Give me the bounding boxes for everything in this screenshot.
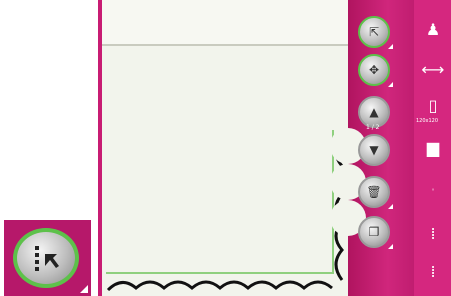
submenu-corner-icon — [388, 204, 393, 209]
spool-icon[interactable]: ▆ — [420, 138, 446, 158]
copy-icon: ❐ — [368, 225, 380, 239]
dim-icon: · — [430, 180, 436, 199]
zoomed-button-panel — [4, 220, 91, 296]
scroll-down-button[interactable]: ▼ — [358, 134, 390, 166]
delete-button[interactable]: 🗑 — [358, 176, 390, 208]
page-indicator: 1 / 2 — [366, 124, 380, 131]
submenu-corner-icon — [388, 44, 393, 49]
sewing-mode-icon[interactable]: ♟ — [420, 20, 446, 40]
select-tool-button-zoomed[interactable] — [13, 228, 79, 288]
width-icon[interactable]: ⟷ — [420, 60, 446, 80]
submenu-corner-icon — [388, 244, 393, 249]
select-arrow-icon — [35, 246, 59, 271]
submenu-corner-icon — [80, 285, 88, 293]
arrow-down-icon: ▼ — [369, 143, 379, 157]
stitch-icon[interactable]: ⁞ — [420, 224, 446, 244]
mode-sidebar: ♟ ⟷ ▯ 120x120 ▆ · ⁞ ⁞ — [414, 0, 451, 296]
mirror-icon[interactable]: ⁞ — [420, 262, 446, 282]
scallop-border-design — [106, 137, 344, 292]
select-arrow-icon: ⇱ — [368, 25, 380, 39]
duplicate-button[interactable]: ❐ — [358, 216, 390, 248]
move-icon: ✥ — [368, 63, 380, 77]
hoop-icon[interactable]: ▯ — [420, 96, 446, 116]
trash-icon: 🗑 — [366, 185, 382, 199]
embroidery-canvas[interactable] — [98, 0, 348, 296]
edit-toolbar: ⇱ ✥ ▲ 1 / 2 ▼ 🗑 ❐ — [330, 0, 414, 296]
move-button[interactable]: ✥ — [358, 54, 390, 86]
submenu-corner-icon — [388, 82, 393, 87]
select-button[interactable]: ⇱ — [358, 16, 390, 48]
hoop-size-label: 120x120 — [416, 118, 439, 124]
arrow-up-icon: ▲ — [369, 105, 379, 119]
